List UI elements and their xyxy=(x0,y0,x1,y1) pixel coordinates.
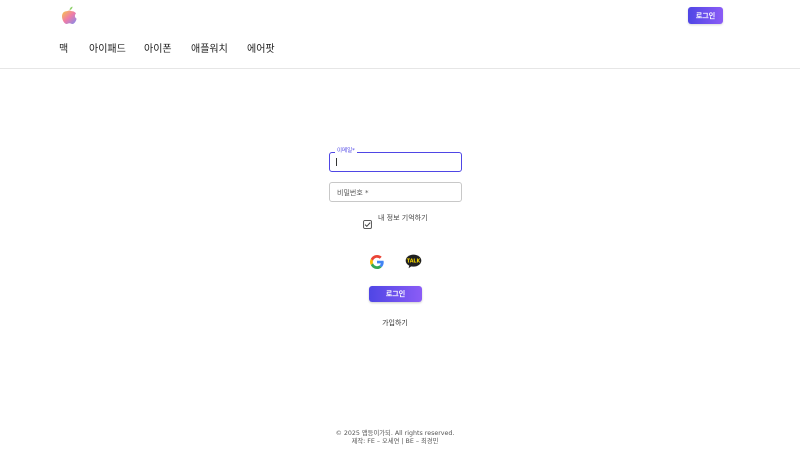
site-footer: © 2025 앱등이가되. All rights reserved. 제작: F… xyxy=(0,430,790,446)
nav-item-iphone[interactable]: 아이폰 xyxy=(144,43,172,57)
password-field[interactable]: 비밀번호 * xyxy=(329,182,462,202)
footer-credits: 제작: FE – 오세연 | BE – 최경민 xyxy=(351,438,439,445)
password-label: 비밀번호 * xyxy=(337,189,369,197)
kakao-talk-icon: TALK xyxy=(405,254,422,273)
kakao-login-button[interactable]: TALK xyxy=(405,254,422,273)
nav-item-mac[interactable]: 맥 xyxy=(59,43,68,57)
remember-me-label: 내 정보 기억하기 xyxy=(378,214,428,222)
remember-me[interactable]: 내 정보 기억하기 xyxy=(363,212,428,229)
nav-item-apple-watch[interactable]: 애플워치 xyxy=(191,43,228,57)
signup-link[interactable]: 가입하기 xyxy=(0,318,790,328)
header-login-button[interactable]: 로그인 xyxy=(688,7,723,24)
email-field[interactable]: 이메일* xyxy=(329,148,462,172)
text-cursor xyxy=(336,158,337,166)
kakao-talk-label: TALK xyxy=(407,259,421,265)
main-nav: 맥 아이패드 아이폰 애플워치 에어팟 xyxy=(0,43,800,57)
footer-copyright: © 2025 앱등이가되. All rights reserved. xyxy=(335,430,455,437)
google-icon xyxy=(369,254,385,274)
apple-logo-icon[interactable] xyxy=(58,4,80,26)
nav-item-ipad[interactable]: 아이패드 xyxy=(89,43,126,57)
nav-item-airpods[interactable]: 에어팟 xyxy=(247,43,275,57)
google-login-button[interactable] xyxy=(368,254,385,274)
checkbox-checked-icon[interactable] xyxy=(363,214,372,229)
site-header: 로그인 맥 아이패드 아이폰 애플워치 에어팟 xyxy=(0,0,800,69)
email-label: 이메일* xyxy=(335,148,357,155)
login-button[interactable]: 로그인 xyxy=(369,286,422,302)
